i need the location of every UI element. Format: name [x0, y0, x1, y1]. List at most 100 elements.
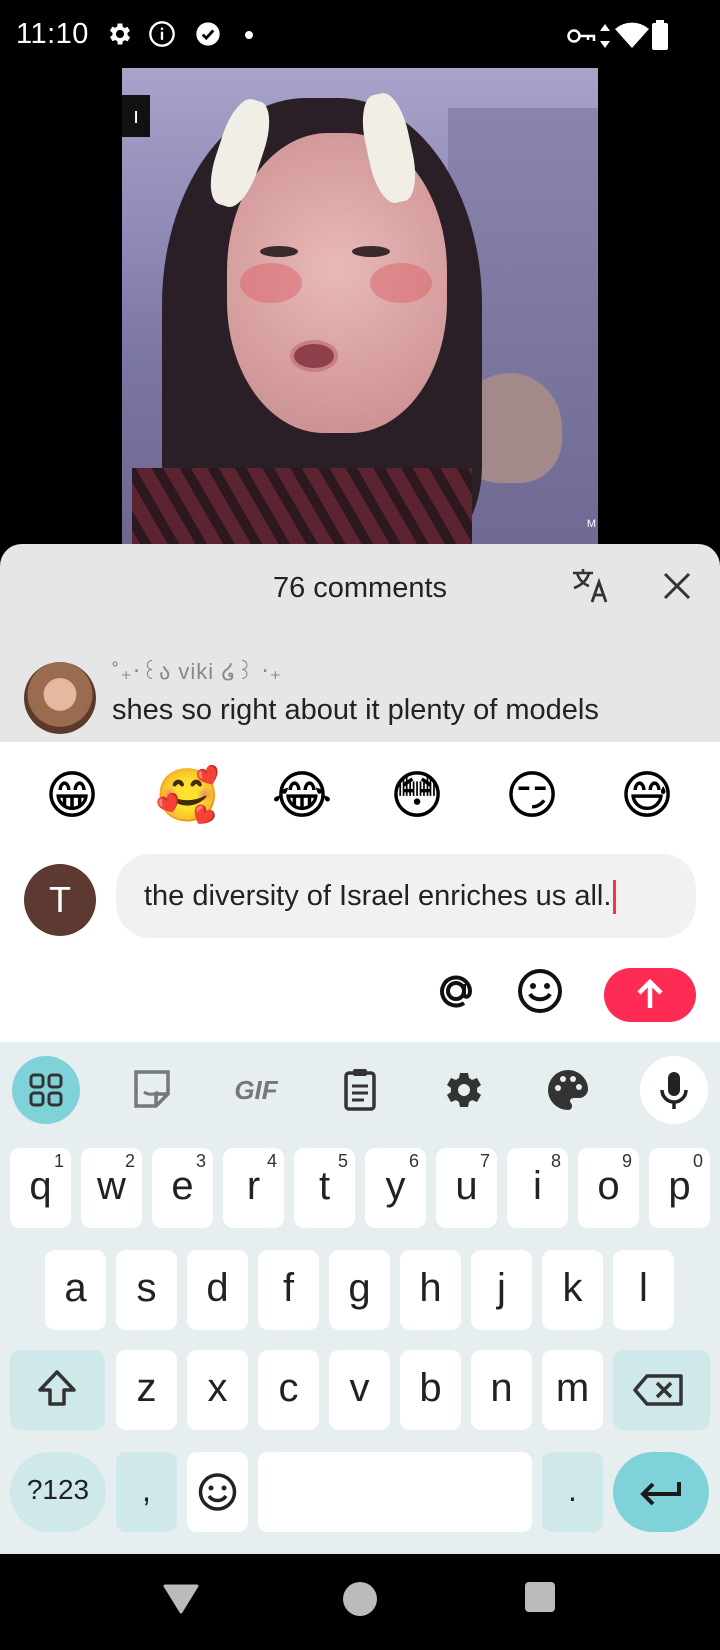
shift-icon [38, 1370, 76, 1406]
key-l[interactable]: l [613, 1250, 674, 1330]
symbols-key[interactable]: ?123 [10, 1452, 106, 1532]
user-avatar: T [24, 864, 96, 936]
quick-emoji-flushed[interactable]: 😳 [385, 764, 449, 828]
video-watermark: M [586, 518, 596, 530]
comments-sheet: 76 comments ˚₊‧꒰ა viki ໒꒱ ‧₊ shes so rig… [0, 544, 720, 744]
key-e-label: e [171, 1164, 194, 1208]
emoji-icon[interactable] [516, 967, 564, 1015]
data-transfer-icon [600, 24, 610, 48]
close-icon[interactable] [655, 564, 699, 608]
key-t-label: t [318, 1164, 331, 1208]
comments-count-label: 76 comments [272, 572, 448, 604]
key-d[interactable]: d [187, 1250, 248, 1330]
key-i[interactable]: i8 [507, 1148, 568, 1228]
mention-icon[interactable] [432, 967, 480, 1015]
key-o[interactable]: o9 [578, 1148, 639, 1228]
quick-emoji-laugh[interactable]: 😂 [270, 764, 334, 828]
key-i-hint: 8 [550, 1151, 561, 1171]
soft-keyboard: GIF q1 w2 e3 r4 t5 y6 u7 i8 o9 p0 a s d … [0, 1042, 720, 1554]
key-o-hint: 9 [621, 1151, 632, 1171]
check-circle-icon [196, 22, 220, 46]
gif-button[interactable]: GIF [222, 1056, 290, 1124]
arrow-up-icon [637, 978, 663, 1008]
keyboard-apps-button[interactable] [12, 1056, 80, 1124]
video-eye-left [260, 246, 298, 257]
recents-icon[interactable] [522, 1579, 558, 1615]
video-cheek-right [370, 263, 432, 303]
back-icon[interactable] [160, 1578, 202, 1618]
key-p-hint: 0 [692, 1151, 703, 1171]
key-f[interactable]: f [258, 1250, 319, 1330]
key-y[interactable]: y6 [365, 1148, 426, 1228]
voice-input-button[interactable] [640, 1056, 708, 1124]
key-k[interactable]: k [542, 1250, 603, 1330]
quick-emoji-hearts[interactable]: 🥰 [155, 764, 220, 828]
key-u[interactable]: u7 [436, 1148, 497, 1228]
key-b[interactable]: b [400, 1350, 461, 1430]
period-key[interactable]: . [542, 1452, 603, 1532]
enter-key[interactable] [613, 1452, 709, 1532]
key-m[interactable]: m [542, 1350, 603, 1430]
key-r-label: r [246, 1164, 261, 1208]
quick-emoji-grin[interactable]: 😁 [40, 764, 104, 828]
wifi-icon [615, 22, 649, 48]
commenter-avatar[interactable] [24, 662, 96, 734]
settings-icon [109, 23, 131, 45]
clipboard-icon[interactable] [326, 1056, 394, 1124]
key-p-label: p [668, 1164, 691, 1208]
info-icon [149, 21, 175, 47]
shift-key[interactable] [10, 1350, 105, 1430]
theme-palette-icon[interactable] [534, 1056, 602, 1124]
key-i-label: i [533, 1164, 542, 1208]
sticker-icon[interactable] [118, 1056, 186, 1124]
key-p[interactable]: p0 [649, 1148, 710, 1228]
key-r[interactable]: r4 [223, 1148, 284, 1228]
key-v[interactable]: v [329, 1350, 390, 1430]
key-t[interactable]: t5 [294, 1148, 355, 1228]
video-player[interactable]: ı M [122, 68, 598, 544]
video-cheek-left [240, 263, 302, 303]
comma-key[interactable]: , [116, 1452, 177, 1532]
key-s[interactable]: s [116, 1250, 177, 1330]
comment-text: shes so right about it plenty of models [112, 694, 599, 726]
notification-dot-icon [245, 31, 253, 39]
video-corner-tag: ı [122, 95, 150, 137]
key-y-hint: 6 [408, 1151, 419, 1171]
key-o-label: o [597, 1164, 620, 1208]
backspace-key[interactable] [613, 1350, 710, 1430]
key-x[interactable]: x [187, 1350, 248, 1430]
navigation-bar [0, 1554, 720, 1650]
key-e-hint: 3 [195, 1151, 206, 1171]
video-eye-right [352, 246, 390, 257]
key-w[interactable]: w2 [81, 1148, 142, 1228]
comment-input[interactable]: the diversity of Israel enriches us all. [116, 854, 696, 938]
key-j[interactable]: j [471, 1250, 532, 1330]
key-q[interactable]: q1 [10, 1148, 71, 1228]
backspace-icon [633, 1374, 683, 1406]
key-w-label: w [97, 1164, 126, 1208]
quick-emoji-sweat-smile[interactable]: 😅 [615, 764, 679, 828]
key-n[interactable]: n [471, 1350, 532, 1430]
key-g[interactable]: g [329, 1250, 390, 1330]
comment-input-value: the diversity of Israel enriches us all. [144, 880, 612, 912]
key-z[interactable]: z [116, 1350, 177, 1430]
key-a[interactable]: a [45, 1250, 106, 1330]
quick-emoji-smirk[interactable]: 😏 [500, 764, 564, 828]
key-u-label: u [455, 1164, 478, 1208]
comment-composer: 😁 🥰 😂 😳 😏 😅 T the diversity of Israel en… [0, 742, 720, 1042]
translate-icon[interactable] [570, 564, 614, 608]
send-button[interactable] [604, 968, 696, 1022]
keyboard-settings-icon[interactable] [430, 1056, 498, 1124]
commenter-username[interactable]: ˚₊‧꒰ა viki ໒꒱ ‧₊ [112, 656, 282, 685]
home-icon[interactable] [340, 1579, 380, 1619]
key-r-hint: 4 [266, 1151, 277, 1171]
key-h[interactable]: h [400, 1250, 461, 1330]
space-key[interactable] [258, 1452, 532, 1532]
key-e[interactable]: e3 [152, 1148, 213, 1228]
emoji-key[interactable] [187, 1452, 248, 1532]
video-subject-shirt [132, 468, 472, 544]
text-caret [613, 880, 617, 915]
battery-icon [652, 20, 668, 50]
quick-emoji-row: 😁 🥰 😂 😳 😏 😅 [0, 764, 720, 834]
key-c[interactable]: c [258, 1350, 319, 1430]
